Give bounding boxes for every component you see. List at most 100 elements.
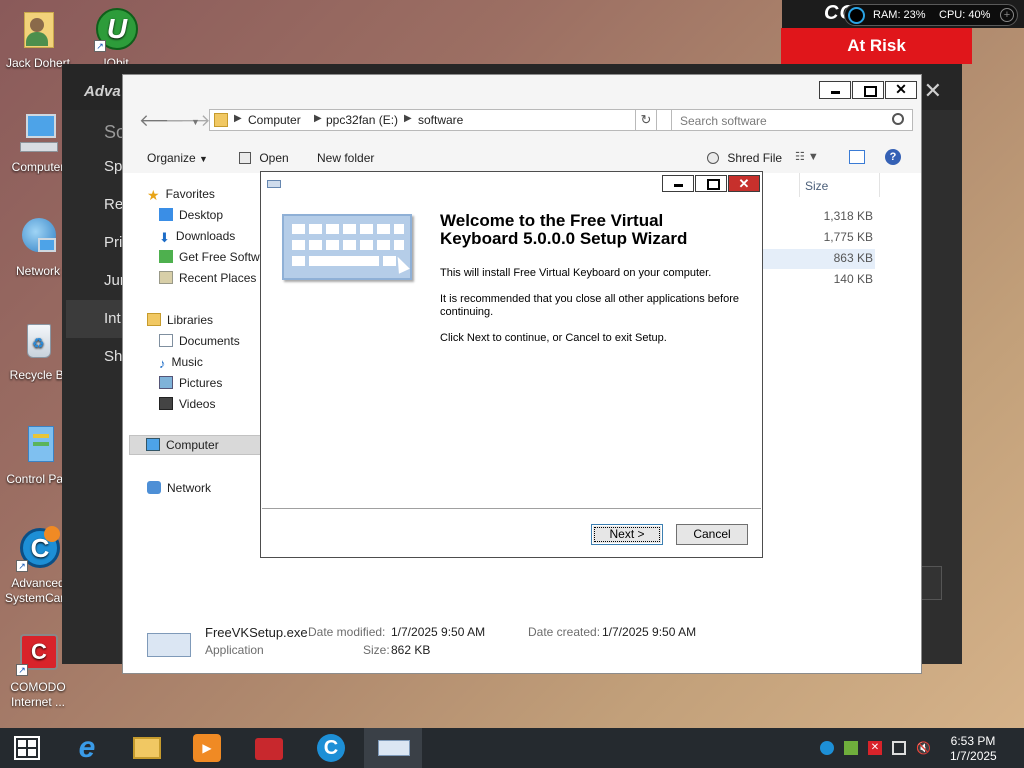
column-divider (799, 173, 800, 197)
computer-icon (16, 112, 60, 156)
taskbar-advanced-systemcare[interactable]: C (302, 728, 360, 768)
asc-menu-item[interactable]: Re (104, 196, 123, 213)
file-size[interactable]: 1,775 KB (824, 230, 873, 244)
taskbar-file-explorer[interactable] (118, 728, 176, 768)
wizard-titlebar[interactable]: ✕ (261, 172, 762, 196)
asc-panel-button[interactable] (920, 566, 942, 600)
wizard-maximize-button[interactable] (695, 175, 727, 192)
file-explorer-icon (133, 737, 161, 759)
details-created-label: Date created: (528, 625, 601, 639)
start-button[interactable] (14, 736, 40, 760)
security-status-banner[interactable]: At Risk (781, 28, 972, 64)
nav-downloads-label: Downloads (175, 229, 236, 243)
nav-network[interactable]: Network (147, 481, 211, 495)
desktop-icon-user-folder[interactable]: Jack Dohert (0, 8, 76, 71)
documents-icon (159, 334, 173, 347)
nav-music-label: Music (171, 355, 203, 369)
wizard-window-controls: ✕ (662, 175, 760, 192)
desktop-icon-label: COMODO (10, 680, 66, 694)
shred-file-label: Shred File (727, 151, 783, 165)
videos-icon (159, 397, 173, 410)
breadcrumb-separator-icon[interactable]: ▶ (234, 113, 242, 124)
nav-videos-label: Videos (179, 397, 216, 411)
system-monitor-widget[interactable]: RAM: 23% CPU: 40% + (844, 4, 1018, 26)
breadcrumb-drive[interactable]: ppc32fan (E:) (326, 113, 398, 127)
wizard-text-install: This will install Free Virtual Keyboard … (440, 267, 712, 279)
nav-recent-places[interactable]: Recent Places (159, 271, 256, 285)
comodo-tray-icon[interactable] (820, 741, 834, 755)
volume-muted-icon[interactable]: 🔇 (916, 741, 931, 755)
music-icon: ♪ (159, 356, 166, 371)
recent-places-icon (159, 271, 173, 284)
taskbar-media-player[interactable]: ▶ (178, 728, 236, 768)
details-pane: FreeVKSetup.exe Application Date modifie… (123, 615, 921, 673)
nav-videos[interactable]: Videos (159, 397, 215, 411)
nav-pictures[interactable]: Pictures (159, 376, 222, 390)
nav-documents[interactable]: Documents (159, 334, 240, 348)
taskbar-internet-explorer[interactable]: e (58, 728, 116, 768)
expand-plus-icon[interactable]: + (1000, 8, 1014, 22)
star-icon: ★ (147, 187, 160, 203)
asc-menu-item-selected[interactable]: Int (66, 300, 124, 338)
nav-desktop[interactable]: Desktop (159, 208, 223, 222)
breadcrumb-separator-icon[interactable]: ▶ (404, 113, 412, 124)
recent-locations-chevron-icon[interactable]: ▼ (191, 117, 200, 127)
firewall-tray-icon[interactable]: ✕ (868, 741, 882, 755)
nav-downloads[interactable]: ⬇ Downloads (159, 229, 236, 245)
search-icon[interactable] (892, 113, 904, 125)
minimize-button[interactable] (819, 81, 851, 99)
breadcrumb-folder[interactable]: software (418, 113, 463, 127)
forward-arrow-icon[interactable]: 🡒 (165, 111, 211, 131)
nav-get-free-software[interactable]: Get Free Softwa (159, 250, 266, 264)
nav-favorites[interactable]: ★ Favorites (147, 187, 215, 203)
internet-explorer-icon: e (78, 731, 96, 764)
wizard-close-button[interactable]: ✕ (728, 175, 760, 192)
cancel-button[interactable]: Cancel (676, 524, 748, 545)
refresh-icon[interactable]: ↻ (635, 109, 657, 131)
libraries-icon (147, 313, 161, 326)
asc-close-icon[interactable]: ✕ (924, 78, 942, 104)
desktop-icon-iobit[interactable]: U ↗ IObit (78, 8, 154, 66)
close-button[interactable]: ✕ (885, 81, 917, 99)
breadcrumb-separator-icon[interactable]: ▶ (314, 113, 322, 124)
speed-gauge-icon (848, 7, 865, 24)
file-size[interactable]: 140 KB (834, 272, 873, 286)
nav-network-label: Network (167, 481, 212, 495)
change-view-icon[interactable]: ☷ ▼ (795, 150, 829, 164)
network-tray-icon[interactable] (892, 741, 906, 755)
taskbar-clock[interactable]: 6:53 PM 1/7/2025 (950, 734, 997, 764)
new-folder-button[interactable]: New folder (317, 151, 374, 165)
next-button[interactable]: Next > (591, 524, 663, 545)
ram-usage: RAM: 23% (873, 9, 926, 21)
window-controls: ✕ (819, 81, 917, 101)
preview-pane-icon[interactable] (849, 150, 865, 164)
size-column-header[interactable]: Size (805, 179, 828, 193)
organize-label: Organize (147, 151, 196, 165)
wizard-minimize-button[interactable] (662, 175, 694, 192)
address-bar[interactable]: ▶ Computer ▶ ppc32fan (E:) ▶ software ⌄ (209, 109, 683, 131)
navigation-row: 🡐 🡒 ▼ ▶ Computer ▶ ppc32fan (E:) ▶ softw… (131, 109, 913, 133)
shortcut-arrow-icon: ↗ (16, 664, 28, 676)
open-button[interactable]: Open (239, 151, 289, 165)
network-icon (16, 216, 60, 260)
breadcrumb-computer[interactable]: Computer (248, 113, 301, 127)
taskbar-toolbox[interactable] (240, 728, 298, 768)
nav-computer[interactable]: Computer (129, 435, 261, 455)
taskbar-virtual-keyboard[interactable] (364, 728, 422, 768)
security-tray-icon[interactable] (844, 741, 858, 755)
comodo-icon: C ↗ (16, 632, 60, 676)
wizard-title: Welcome to the Free Virtual Keyboard 5.0… (440, 211, 688, 248)
file-size[interactable]: 863 KB (834, 251, 873, 265)
shortcut-arrow-icon: ↗ (94, 40, 106, 52)
user-folder-icon (16, 8, 60, 52)
wizard-body: Welcome to the Free Virtual Keyboard 5.0… (262, 200, 761, 508)
organize-button[interactable]: Organize ▼ (147, 151, 208, 165)
maximize-button[interactable] (852, 81, 884, 99)
file-size[interactable]: 1,318 KB (824, 209, 873, 223)
search-box[interactable]: Search software (671, 109, 913, 131)
nav-libraries[interactable]: Libraries (147, 313, 213, 327)
shred-file-button[interactable]: Shred File (707, 151, 782, 165)
advanced-systemcare-icon: C (317, 734, 345, 762)
nav-music[interactable]: ♪ Music (159, 355, 203, 371)
help-icon[interactable]: ? (885, 149, 901, 165)
